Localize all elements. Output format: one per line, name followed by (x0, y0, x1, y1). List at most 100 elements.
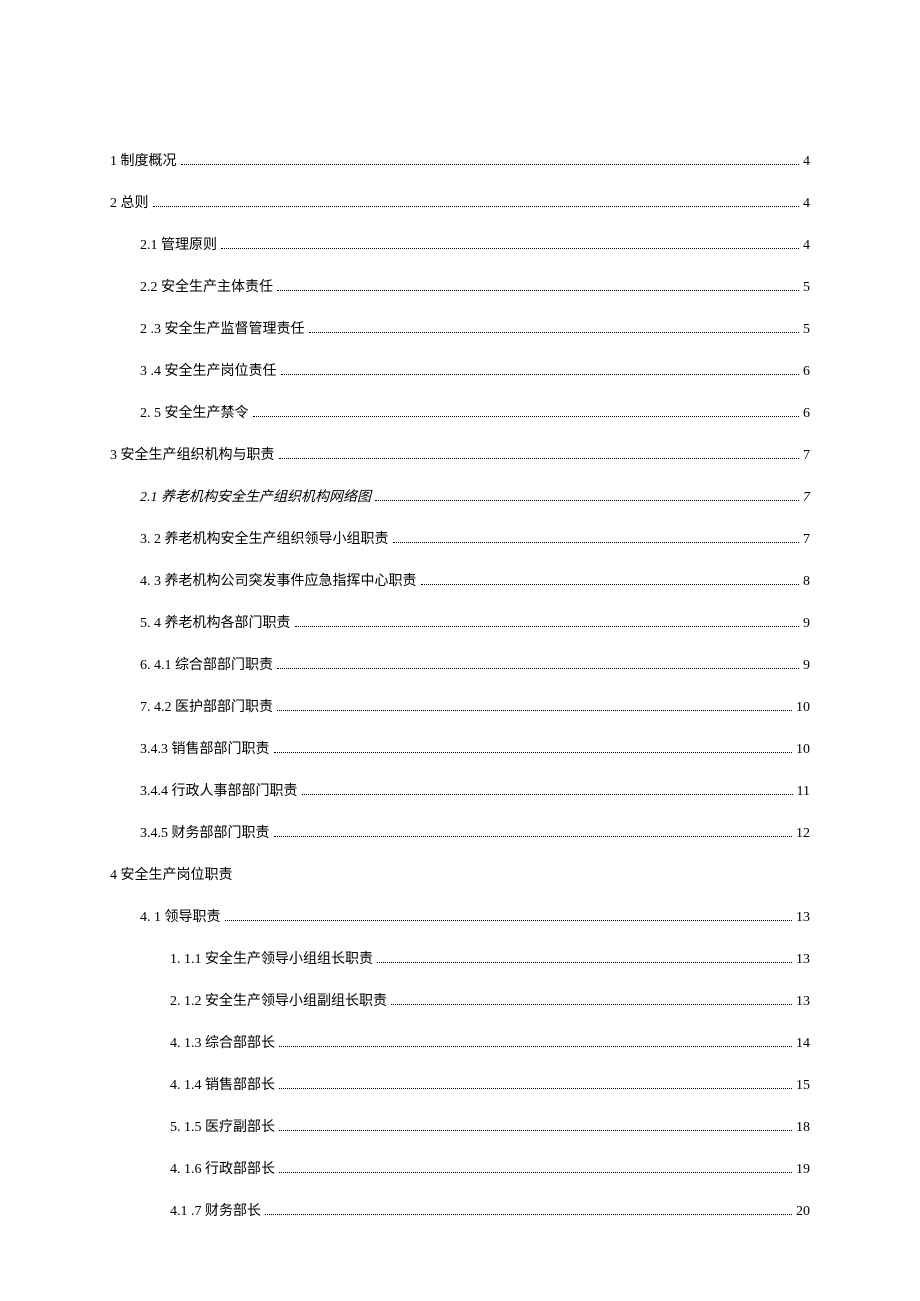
toc-entry-text: 7. 4.2 医护部部门职责 (140, 696, 273, 716)
toc-entry-text: 5. 1.5 医疗副部长 (170, 1116, 275, 1136)
toc-entry-text: 2 .3 安全生产监督管理责任 (140, 318, 305, 338)
toc-entry: 1. 1.1 安全生产领导小组组长职责 13 (110, 948, 810, 968)
toc-leader-dots (421, 584, 800, 585)
toc-leader-dots (221, 248, 799, 249)
toc-entry-page: 6 (803, 364, 810, 380)
toc-entry-text: 4.1 .7 财务部长 (170, 1200, 261, 1220)
toc-leader-dots (277, 290, 799, 291)
toc-entry-text: 3.4.5 财务部部门职责 (140, 822, 270, 842)
toc-leader-dots (253, 416, 800, 417)
toc-entry-page: 19 (796, 1162, 810, 1178)
toc-entry-text: 2. 1.2 安全生产领导小组副组长职责 (170, 990, 387, 1010)
toc-entry-page: 11 (797, 784, 810, 800)
toc-entry: 4. 1.4 销售部部长 15 (110, 1074, 810, 1094)
toc-leader-dots (265, 1214, 792, 1215)
toc-leader-dots (279, 458, 800, 459)
toc-leader-dots (279, 1046, 792, 1047)
toc-entry: 3 安全生产组织机构与职责 7 (110, 444, 810, 464)
toc-leader-dots (181, 164, 800, 165)
toc-entry: 2. 5 安全生产禁令 6 (110, 402, 810, 422)
toc-leader-dots (274, 836, 793, 837)
toc-entry-page: 8 (803, 574, 810, 590)
toc-entry-text: 5. 4 养老机构各部门职责 (140, 612, 291, 632)
toc-leader-dots (277, 668, 799, 669)
toc-entry: 4. 1 领导职责 13 (110, 906, 810, 926)
toc-entry: 3.4.4 行政人事部部门职责 11 (110, 780, 810, 800)
toc-leader-dots (391, 1004, 792, 1005)
toc-entry-text: 3.4.4 行政人事部部门职责 (140, 780, 298, 800)
toc-entry-page: 15 (796, 1078, 810, 1094)
toc-entry-page: 4 (803, 154, 810, 170)
toc-entry-page: 4 (803, 238, 810, 254)
toc-entry-page: 6 (803, 406, 810, 422)
toc-entry: 2 总则 4 (110, 192, 810, 212)
toc-leader-dots (375, 500, 799, 501)
toc-entry-page: 14 (796, 1036, 810, 1052)
toc-entry: 6. 4.1 综合部部门职责 9 (110, 654, 810, 674)
toc-entry-page: 5 (803, 322, 810, 338)
toc-entry-text: 4. 1 领导职责 (140, 906, 221, 926)
toc-entry: 1 制度概况 4 (110, 150, 810, 170)
toc-entry-page: 9 (803, 658, 810, 674)
toc-entry-page: 13 (796, 994, 810, 1010)
toc-leader-dots (295, 626, 800, 627)
toc-entry-text: 3.4.3 销售部部门职责 (140, 738, 270, 758)
toc-entry: 3.4.3 销售部部门职责 10 (110, 738, 810, 758)
toc-entry: 4. 1.6 行政部部长 19 (110, 1158, 810, 1178)
toc-leader-dots (225, 920, 793, 921)
toc-entry: 4 安全生产岗位职责 (110, 864, 810, 884)
toc-entry-page: 13 (796, 910, 810, 926)
toc-entry-text: 4. 1.4 销售部部长 (170, 1074, 275, 1094)
toc-entry: 2 .3 安全生产监督管理责任 5 (110, 318, 810, 338)
toc-entry-text: 3. 2 养老机构安全生产组织领导小组职责 (140, 528, 389, 548)
toc-entry-page: 9 (803, 616, 810, 632)
toc-leader-dots (393, 542, 800, 543)
toc-entry-page: 10 (796, 700, 810, 716)
toc-leader-dots (377, 962, 792, 963)
toc-entry: 2.1 管理原则 4 (110, 234, 810, 254)
toc-entry: 7. 4.2 医护部部门职责 10 (110, 696, 810, 716)
toc-entry: 4. 3 养老机构公司突发事件应急指挥中心职责 8 (110, 570, 810, 590)
toc-leader-dots (279, 1130, 792, 1131)
toc-leader-dots (281, 374, 800, 375)
toc-entry-text: 2. 5 安全生产禁令 (140, 402, 249, 422)
toc-entry-text: 4. 1.6 行政部部长 (170, 1158, 275, 1178)
toc-entry: 4.1 .7 财务部长 20 (110, 1200, 810, 1220)
toc-entry: 5. 1.5 医疗副部长 18 (110, 1116, 810, 1136)
toc-entry-text: 4. 3 养老机构公司突发事件应急指挥中心职责 (140, 570, 417, 590)
toc-entry-text: 6. 4.1 综合部部门职责 (140, 654, 273, 674)
toc-entry-page: 13 (796, 952, 810, 968)
toc-entry: 3 .4 安全生产岗位责任 6 (110, 360, 810, 380)
toc-entry-page: 7 (803, 448, 810, 464)
toc-leader-dots (302, 794, 793, 795)
toc-entry-text: 2 总则 (110, 192, 149, 212)
toc-entry-page: 4 (803, 196, 810, 212)
toc-entry: 4. 1.3 综合部部长 14 (110, 1032, 810, 1052)
toc-entry-text: 1. 1.1 安全生产领导小组组长职责 (170, 948, 373, 968)
toc-entry-text: 1 制度概况 (110, 150, 177, 170)
toc-entry-page: 7 (803, 490, 810, 506)
toc-entry: 2.1 养老机构安全生产组织机构网络图 7 (110, 486, 810, 506)
toc-leader-dots (153, 206, 800, 207)
table-of-contents: 1 制度概况42 总则42.1 管理原则42.2 安全生产主体责任52 .3 安… (110, 150, 810, 1220)
toc-entry-text: 2.1 养老机构安全生产组织机构网络图 (140, 486, 371, 506)
toc-entry-text: 2.1 管理原则 (140, 234, 217, 254)
toc-entry: 2. 1.2 安全生产领导小组副组长职责 13 (110, 990, 810, 1010)
toc-leader-dots (274, 752, 793, 753)
toc-entry: 5. 4 养老机构各部门职责 9 (110, 612, 810, 632)
toc-entry: 3. 2 养老机构安全生产组织领导小组职责 7 (110, 528, 810, 548)
toc-entry-page: 12 (796, 826, 810, 842)
toc-entry-page: 5 (803, 280, 810, 296)
toc-entry-page: 10 (796, 742, 810, 758)
toc-leader-dots (277, 710, 792, 711)
toc-entry-page: 20 (796, 1204, 810, 1220)
toc-entry-text: 2.2 安全生产主体责任 (140, 276, 273, 296)
toc-entry: 2.2 安全生产主体责任 5 (110, 276, 810, 296)
toc-leader-dots (279, 1172, 792, 1173)
toc-entry: 3.4.5 财务部部门职责 12 (110, 822, 810, 842)
toc-entry-text: 4 安全生产岗位职责 (110, 864, 233, 884)
toc-entry-text: 3 安全生产组织机构与职责 (110, 444, 275, 464)
toc-entry-text: 3 .4 安全生产岗位责任 (140, 360, 277, 380)
toc-entry-text: 4. 1.3 综合部部长 (170, 1032, 275, 1052)
toc-entry-page: 18 (796, 1120, 810, 1136)
